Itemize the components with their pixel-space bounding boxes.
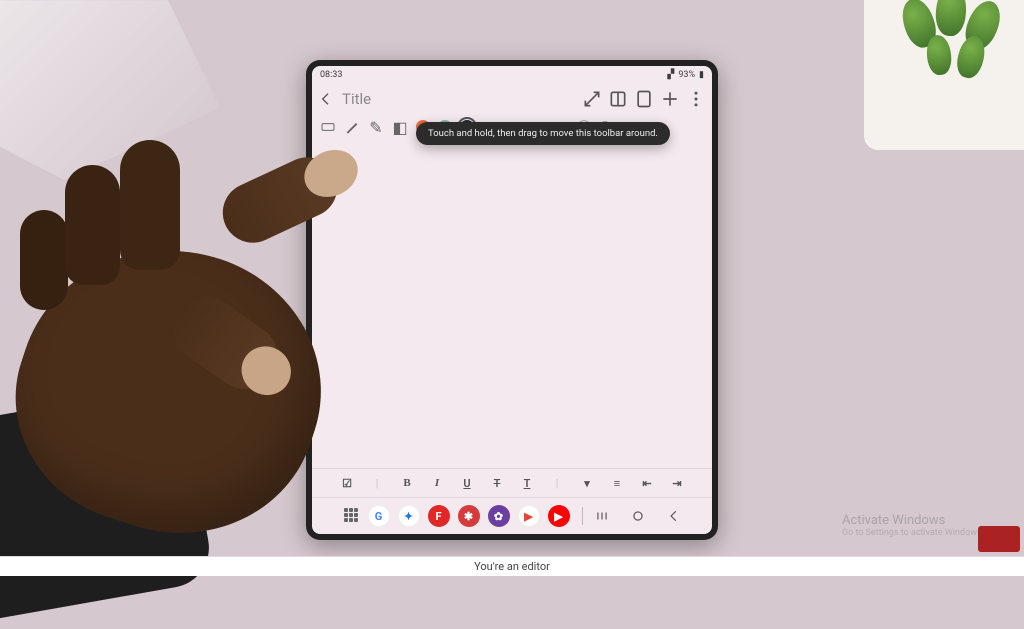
- dock-divider: [582, 507, 583, 525]
- fmt-checklist[interactable]: ☑: [339, 475, 355, 491]
- fmt-divider2: |: [549, 475, 565, 491]
- fmt-textcolor[interactable]: ▾: [579, 475, 595, 491]
- app-dock: G ✦ F ✱ ✿ ▶ ▶: [312, 498, 712, 534]
- battery-text: 93%: [678, 70, 695, 80]
- apps-drawer-icon[interactable]: [344, 508, 360, 524]
- fmt-bold[interactable]: B: [399, 475, 415, 491]
- fmt-indent-inc[interactable]: ⇥: [669, 475, 685, 491]
- note-title[interactable]: Title: [342, 90, 371, 108]
- highlighter-icon[interactable]: ✎: [368, 119, 384, 135]
- device-screen: 08:33 ▞ 93% ▮ Title: [312, 66, 712, 534]
- windows-watermark: Activate Windows Go to Settings to activ…: [842, 513, 984, 538]
- fmt-underline[interactable]: U: [459, 475, 475, 491]
- keyboard-icon[interactable]: [320, 119, 336, 135]
- desk-plant: [864, 0, 1024, 150]
- fmt-strike[interactable]: T: [489, 475, 505, 491]
- app-red[interactable]: ✱: [458, 505, 480, 527]
- toolbar-tooltip: Touch and hold, then drag to move this t…: [416, 122, 670, 145]
- more-icon[interactable]: [686, 89, 706, 109]
- foldable-device: 08:33 ▞ 93% ▮ Title: [306, 60, 718, 540]
- battery-icon: ▮: [699, 70, 704, 80]
- fmt-align[interactable]: ≡: [609, 475, 625, 491]
- app-flipboard[interactable]: F: [428, 505, 450, 527]
- signal-icon: ▞: [667, 70, 674, 80]
- reading-mode-icon[interactable]: [608, 89, 628, 109]
- note-titlebar: Title: [312, 84, 712, 114]
- page-icon[interactable]: [634, 89, 654, 109]
- pen-tool-icon[interactable]: [344, 119, 360, 135]
- fmt-divider: |: [369, 475, 385, 491]
- status-bar: 08:33 ▞ 93% ▮: [312, 66, 712, 84]
- fmt-italic[interactable]: I: [429, 475, 445, 491]
- app-settings[interactable]: ✿: [488, 505, 510, 527]
- desk-crystal: [0, 0, 220, 180]
- caption-text: You're an editor: [474, 560, 550, 573]
- app-google[interactable]: G: [368, 505, 390, 527]
- app-youtube[interactable]: ▶: [548, 505, 570, 527]
- nav-back-icon[interactable]: [667, 508, 681, 524]
- eraser-icon[interactable]: ◧: [392, 119, 408, 135]
- app-chat[interactable]: ✦: [398, 505, 420, 527]
- format-toolbar: ☑ | B I U T T | ▾ ≡ ⇤ ⇥: [312, 469, 712, 497]
- back-icon[interactable]: [318, 91, 334, 107]
- fmt-indent-dec[interactable]: ⇤: [639, 475, 655, 491]
- note-canvas[interactable]: [312, 140, 712, 468]
- caption-bar: You're an editor: [0, 556, 1024, 576]
- expand-icon[interactable]: [582, 89, 602, 109]
- corner-badge: [978, 526, 1020, 552]
- add-icon[interactable]: [660, 89, 680, 109]
- fmt-textsize[interactable]: T: [519, 475, 535, 491]
- nav-home-icon[interactable]: [631, 508, 645, 524]
- nav-recents-icon[interactable]: [595, 508, 609, 524]
- smartwatch: [0, 383, 215, 629]
- status-time: 08:33: [320, 70, 342, 80]
- app-googletv[interactable]: ▶: [518, 505, 540, 527]
